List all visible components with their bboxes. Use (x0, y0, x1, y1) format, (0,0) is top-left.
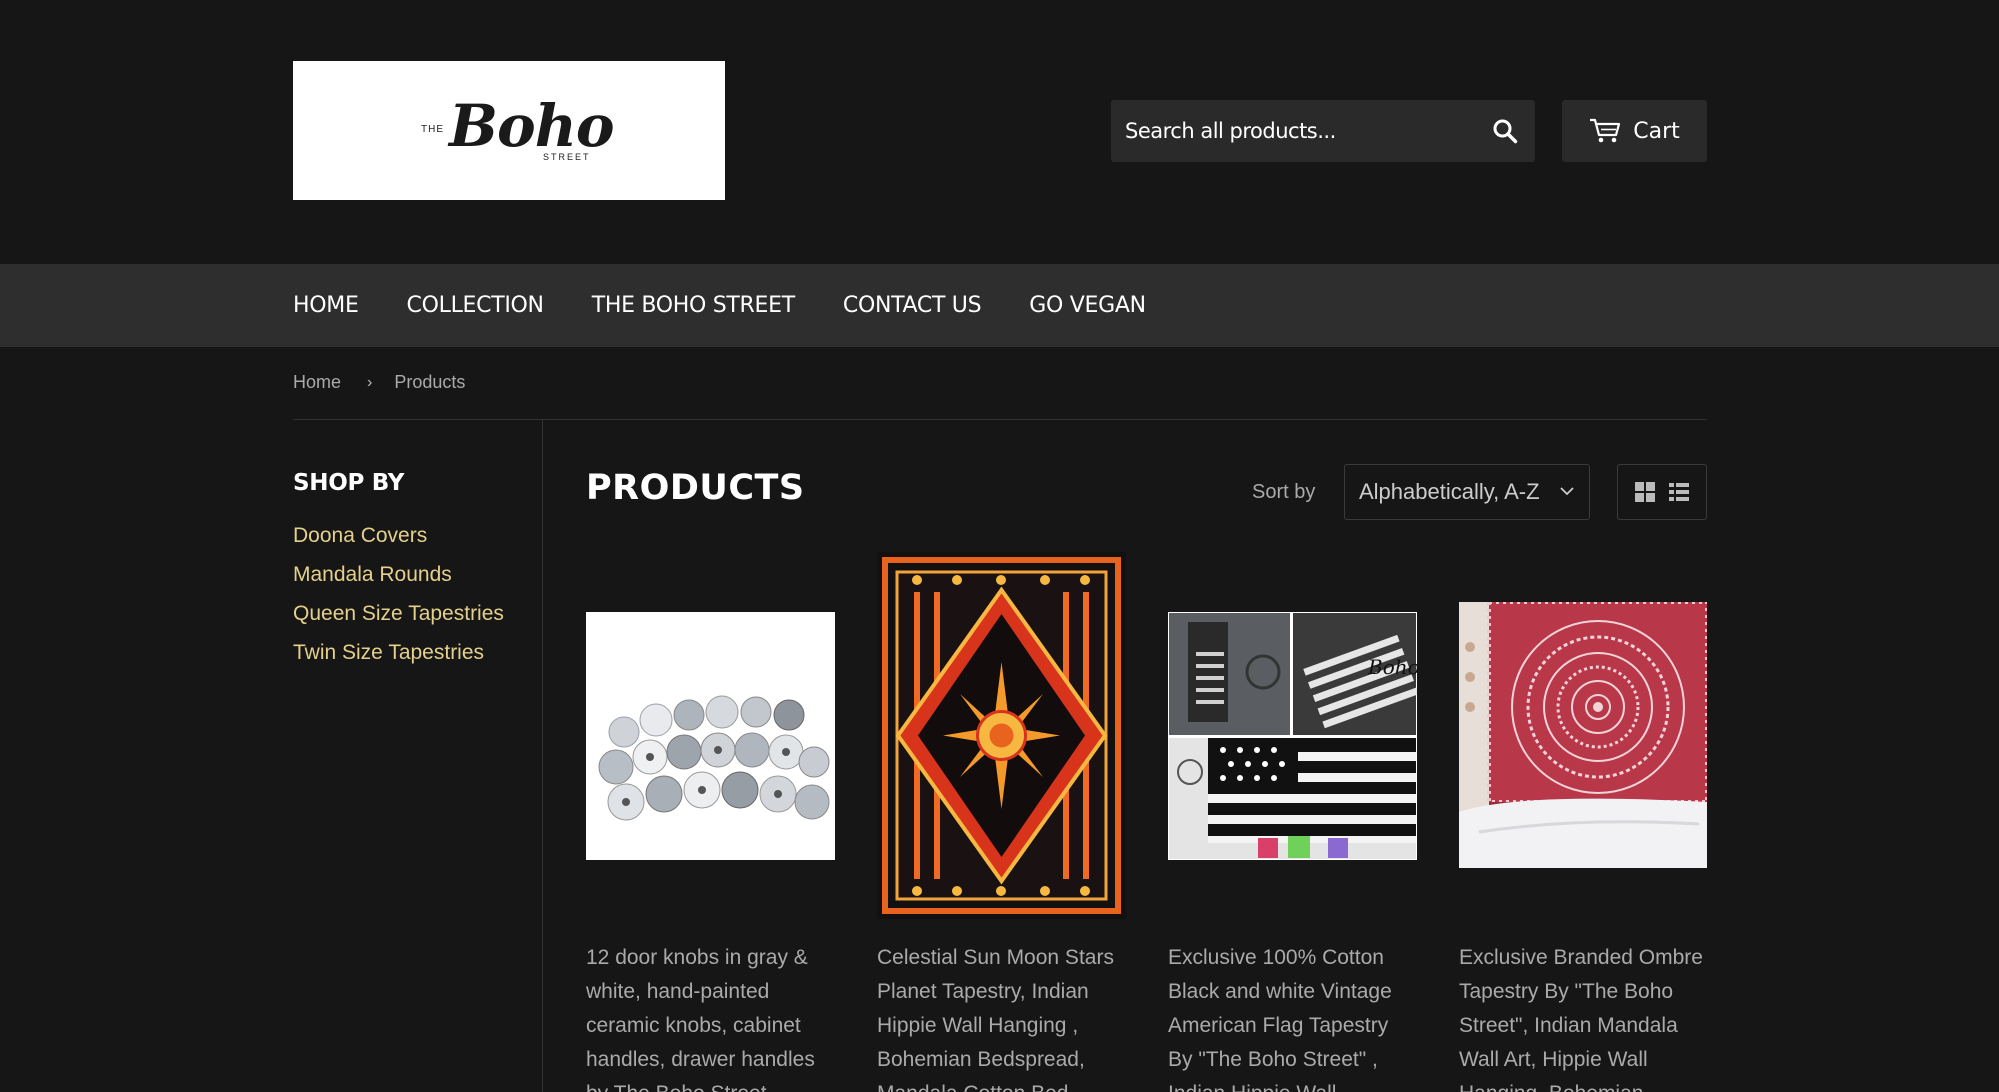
grid-icon (1635, 482, 1655, 502)
search-input[interactable] (1111, 100, 1475, 162)
logo-street: STREET (543, 151, 591, 162)
cart-button[interactable]: Cart (1562, 100, 1707, 162)
product-card[interactable]: Exclusive Branded Ombre Tapestry By "The… (1459, 552, 1709, 1092)
sidebar-item-mandala-rounds[interactable]: Mandala Rounds (293, 555, 504, 594)
sidebar-list: Doona Covers Mandala Rounds Queen Size T… (293, 516, 504, 672)
view-toggle (1617, 464, 1707, 520)
product-title[interactable]: 12 door knobs in gray & white, hand-pain… (586, 941, 836, 1092)
sidebar-item-doona-covers[interactable]: Doona Covers (293, 516, 504, 555)
product-image[interactable]: Boho (1168, 612, 1417, 860)
sort-label: Sort by (1252, 481, 1316, 503)
page-title: PRODUCTS (586, 468, 805, 508)
product-card[interactable]: 12 door knobs in gray & white, hand-pain… (586, 552, 836, 1092)
product-card[interactable]: Celestial Sun Moon Stars Planet Tapestry… (877, 552, 1127, 1092)
flag-tapestry-image: Boho (1168, 612, 1417, 860)
sidebar-item-twin-size-tapestries[interactable]: Twin Size Tapestries (293, 633, 504, 672)
sidebar-item-queen-size-tapestries[interactable]: Queen Size Tapestries (293, 594, 504, 633)
product-card[interactable]: Boho Exclusive 100% Cotton Black and whi… (1168, 552, 1418, 1092)
search-bar (1111, 100, 1535, 162)
nav-item-go-vegan[interactable]: GO VEGAN (1029, 293, 1146, 318)
list-view-button[interactable] (1668, 481, 1690, 503)
search-icon (1493, 119, 1518, 144)
chevron-down-icon (1560, 487, 1574, 496)
ombre-tapestry-image (1459, 602, 1707, 868)
product-title[interactable]: Exclusive 100% Cotton Black and white Vi… (1168, 941, 1418, 1092)
store-logo[interactable]: THE Boho STREET (293, 61, 725, 200)
breadcrumb-current: Products (394, 372, 466, 392)
sort-value: Alphabetically, A-Z (1359, 479, 1540, 504)
sort-select[interactable]: Alphabetically, A-Z (1344, 464, 1590, 520)
flag-image-logo: Boho (1367, 655, 1417, 679)
nav-item-collection[interactable]: COLLECTION (407, 293, 544, 318)
door-knobs-image (598, 695, 830, 821)
product-title[interactable]: Celestial Sun Moon Stars Planet Tapestry… (877, 941, 1127, 1092)
main-nav: HOME COLLECTION THE BOHO STREET CONTACT … (0, 264, 1999, 347)
cart-label: Cart (1633, 118, 1680, 144)
logo-the: THE (421, 123, 444, 135)
nav-item-the-boho-street[interactable]: THE BOHO STREET (592, 293, 795, 318)
shop-by-heading: SHOP BY (293, 470, 405, 496)
product-image[interactable] (877, 552, 1126, 919)
breadcrumb-separator: › (367, 373, 373, 391)
product-title[interactable]: Exclusive Branded Ombre Tapestry By "The… (1459, 941, 1709, 1092)
logo-boho: Boho (449, 91, 615, 160)
nav-item-contact-us[interactable]: CONTACT US (843, 293, 982, 318)
breadcrumb-home[interactable]: Home (293, 372, 341, 393)
sidebar-divider (542, 420, 543, 1092)
nav-list: HOME COLLECTION THE BOHO STREET CONTACT … (293, 264, 1194, 347)
product-image[interactable] (1459, 602, 1707, 868)
search-button[interactable] (1475, 100, 1535, 162)
cart-icon (1590, 118, 1621, 143)
list-icon (1669, 483, 1689, 501)
logo-wordmark: THE Boho STREET (419, 86, 615, 176)
nav-item-home[interactable]: HOME (293, 293, 359, 318)
product-image[interactable] (586, 612, 835, 860)
divider (293, 419, 1707, 420)
breadcrumb: Home › Products (293, 372, 465, 393)
grid-view-button[interactable] (1634, 481, 1656, 503)
celestial-tapestry-image (877, 552, 1126, 919)
